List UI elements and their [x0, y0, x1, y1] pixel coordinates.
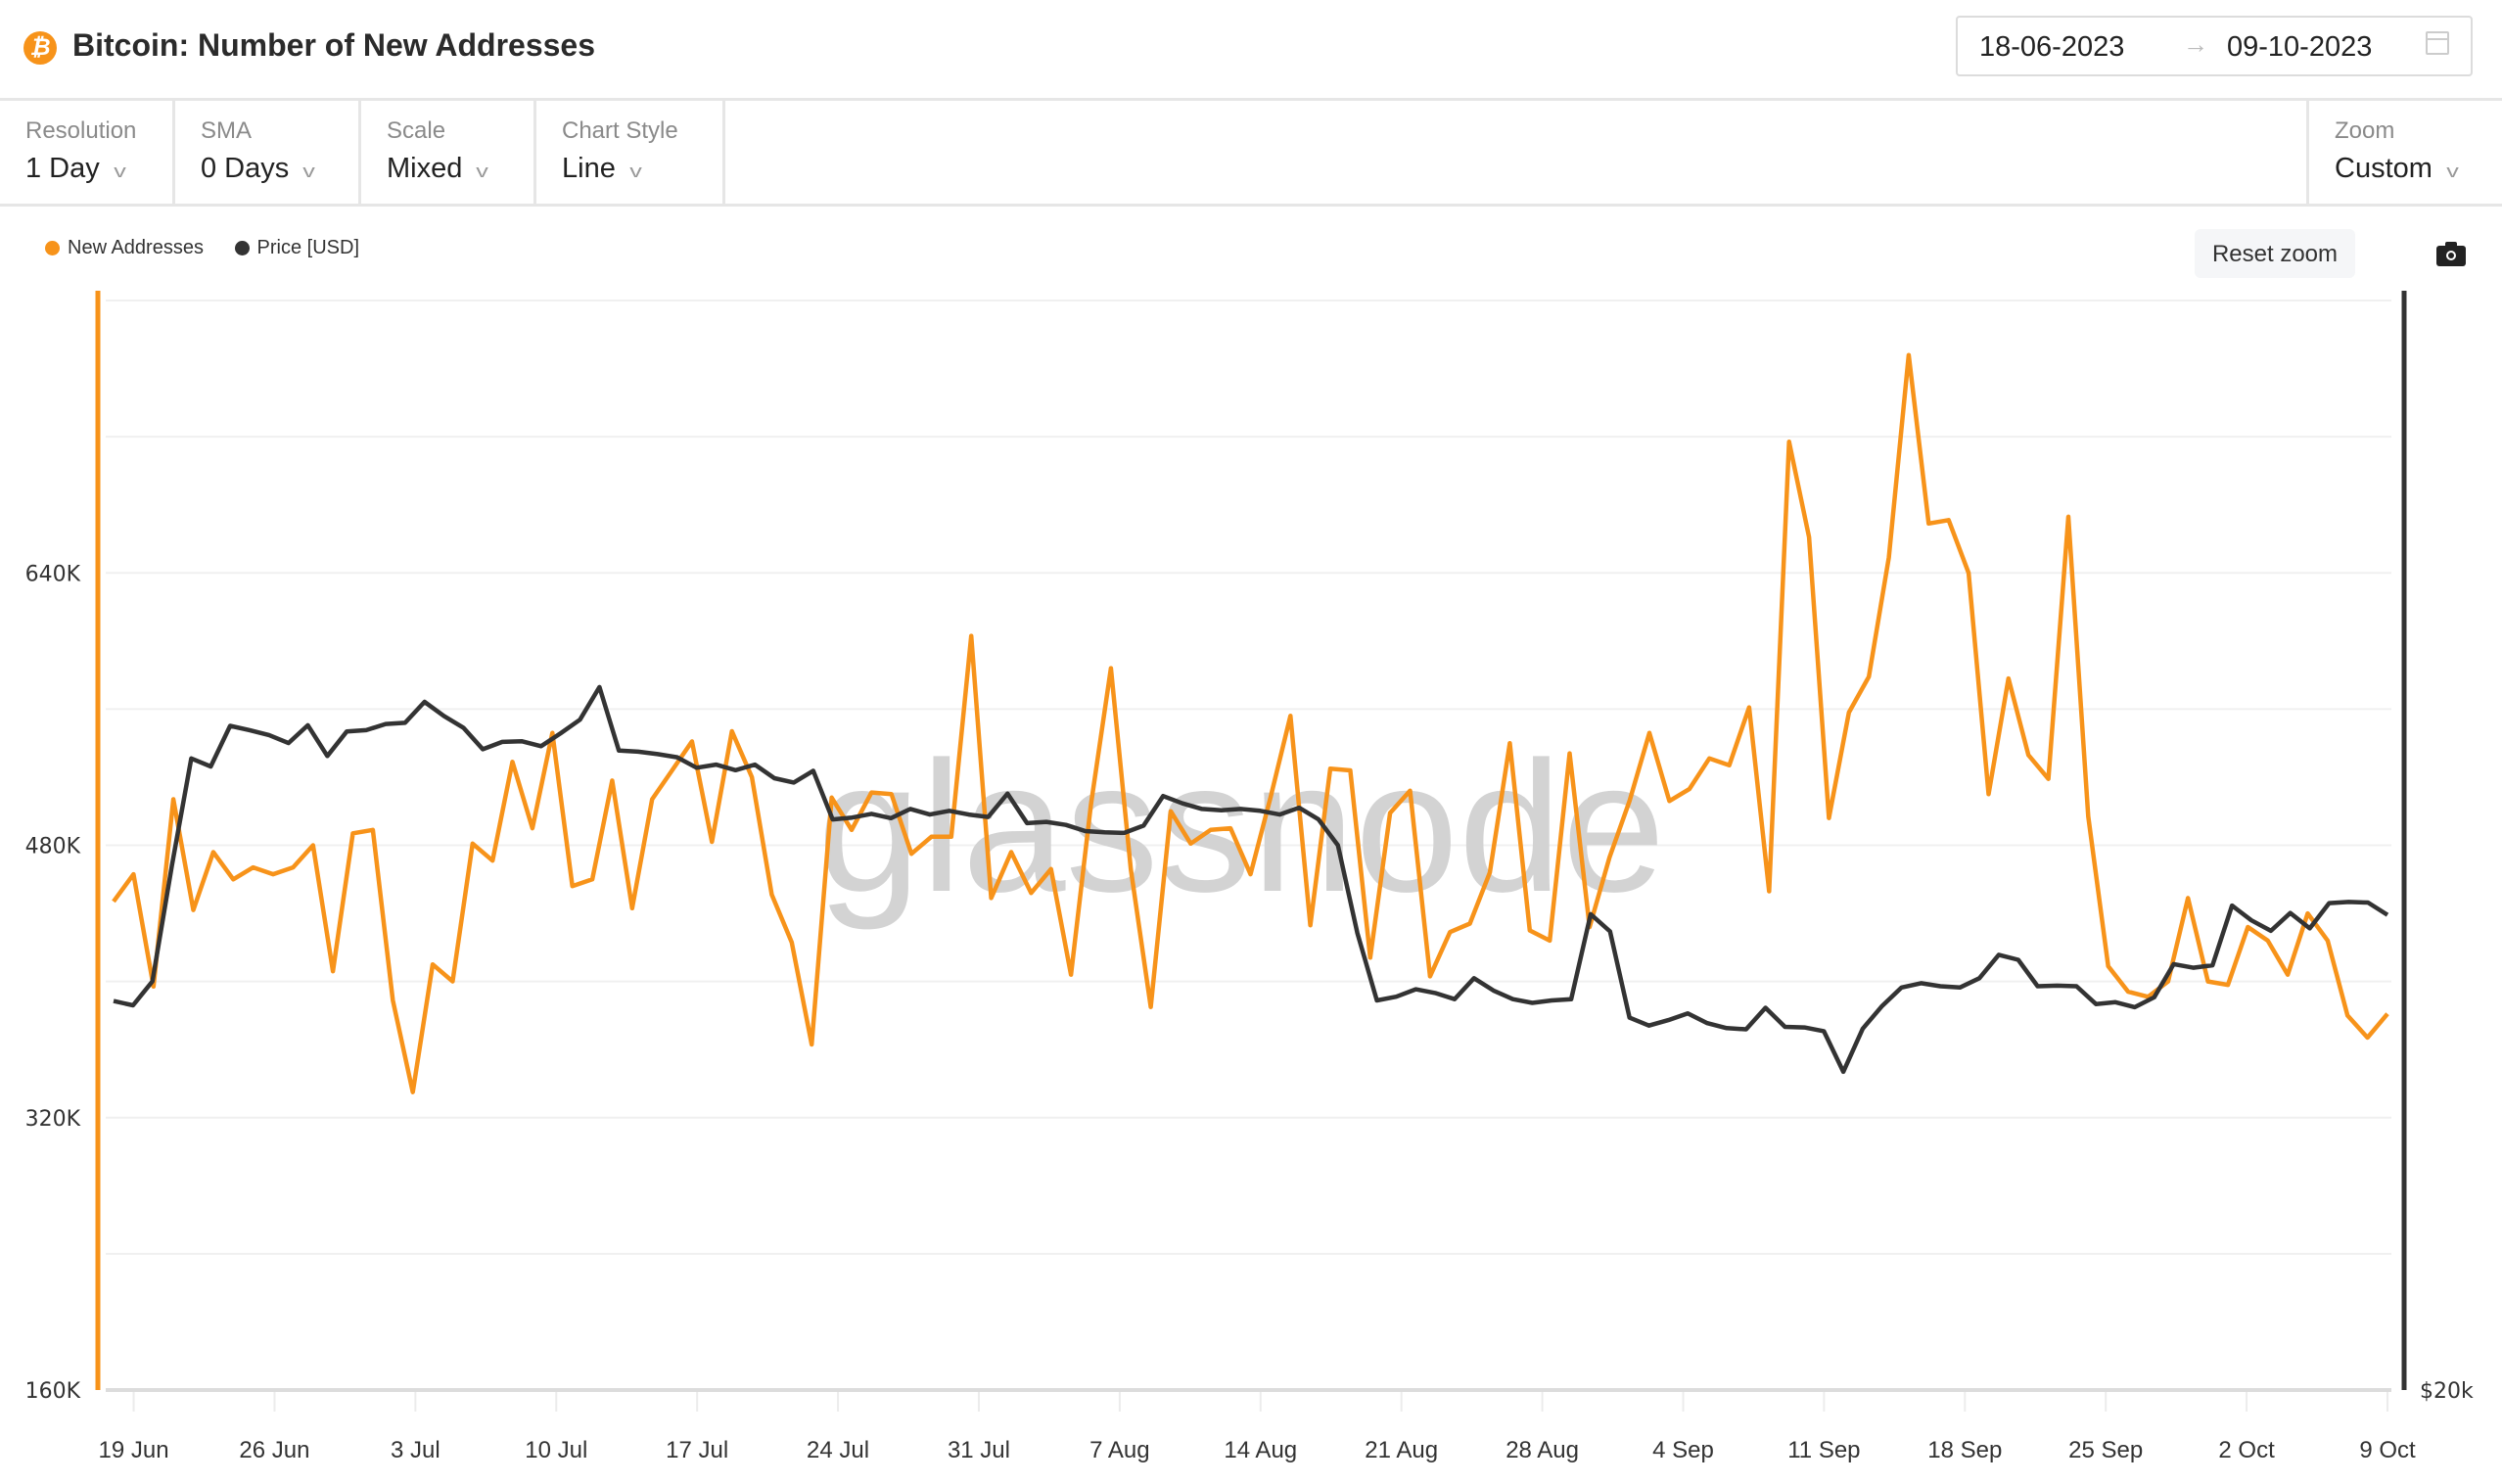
legend-dot-new-addresses [45, 241, 60, 255]
resolution-value[interactable]: 1 Day v [25, 153, 126, 185]
page-title: Bitcoin: Number of New Addresses [72, 27, 596, 63]
chevron-down-icon: v [113, 162, 126, 181]
scale-dropdown[interactable]: Scale Mixed v [361, 101, 536, 204]
sma-selected: 0 Days [201, 153, 290, 184]
date-range-picker[interactable]: 18-06-2023 → 09-10-2023 [1956, 16, 2473, 76]
x-tick-label: 10 Jul [525, 1437, 587, 1463]
x-tick-label: 24 Jul [807, 1437, 869, 1463]
date-to-input[interactable]: 09-10-2023 [2227, 31, 2372, 64]
chart-style-selected: Line [562, 153, 616, 184]
legend-label-new-addresses: New Addresses [68, 237, 204, 258]
scale-selected: Mixed [387, 153, 463, 184]
x-tick-label: 2 Oct [2218, 1437, 2275, 1463]
x-tick-label: 21 Aug [1365, 1437, 1438, 1463]
sma-label: SMA [201, 117, 253, 144]
scale-label: Scale [387, 117, 446, 144]
x-tick-label: 3 Jul [391, 1437, 440, 1463]
chart-style-value[interactable]: Line v [562, 153, 642, 185]
x-tick-label: 28 Aug [1506, 1437, 1579, 1463]
x-tick-label: 18 Sep [1927, 1437, 2002, 1463]
scale-value[interactable]: Mixed v [387, 153, 489, 185]
resolution-dropdown[interactable]: Resolution 1 Day v [0, 101, 175, 204]
legend-item-new-addresses[interactable]: New Addresses [45, 237, 204, 259]
legend-label-price: Price [USD] [256, 237, 359, 258]
x-tick-label: 4 Sep [1652, 1437, 1714, 1463]
x-tick-label: 14 Aug [1224, 1437, 1297, 1463]
chart-style-dropdown[interactable]: Chart Style Line v [536, 101, 725, 204]
chart-area[interactable]: glassnode 19 Jun 26 Jun 3 Jul 10 Jul 17 Jul 2… [0, 284, 2502, 1484]
y-axis-right: $20k [2420, 1379, 2474, 1404]
y-tick-label: 480K [25, 835, 81, 859]
bitcoin-icon: ₿ [23, 31, 57, 65]
y-right-tick-label: $20k [2420, 1379, 2474, 1404]
sma-value[interactable]: 0 Days v [201, 153, 316, 185]
legend-item-price[interactable]: Price [USD] [234, 237, 359, 259]
chart-style-label: Chart Style [562, 117, 678, 144]
x-tick-label: 9 Oct [2359, 1437, 2416, 1463]
chevron-down-icon: v [476, 162, 489, 181]
legend-dot-price [234, 241, 250, 255]
date-from-input[interactable]: 18-06-2023 [1979, 31, 2124, 64]
zoom-selected: Custom [2335, 153, 2432, 184]
reset-zoom-button[interactable]: Reset zoom [2195, 229, 2355, 278]
x-tick-label: 19 Jun [99, 1437, 169, 1463]
calendar-icon[interactable] [2426, 31, 2449, 55]
watermark: glassnode [817, 723, 1665, 931]
zoom-value[interactable]: Custom v [2335, 153, 2459, 185]
x-axis: 19 Jun 26 Jun 3 Jul 10 Jul 17 Jul 24 Jul 31 Ju… [99, 1392, 2416, 1463]
zoom-label: Zoom [2335, 117, 2395, 144]
chevron-down-icon: v [302, 162, 316, 181]
sma-dropdown[interactable]: SMA 0 Days v [175, 101, 361, 204]
x-tick-label: 31 Jul [948, 1437, 1010, 1463]
arrow-right-icon: → [2183, 29, 2208, 59]
chevron-down-icon: v [2446, 162, 2459, 181]
zoom-dropdown[interactable]: Zoom Custom v [2306, 101, 2502, 204]
camera-icon[interactable] [2436, 241, 2466, 266]
x-tick-label: 25 Sep [2068, 1437, 2143, 1463]
y-tick-label: 640K [25, 562, 81, 586]
x-tick-label: 7 Aug [1089, 1437, 1149, 1463]
resolution-label: Resolution [25, 117, 137, 144]
chevron-down-icon: v [629, 162, 642, 181]
x-tick-label: 11 Sep [1787, 1437, 1860, 1463]
x-tick-label: 26 Jun [239, 1437, 309, 1463]
x-tick-label: 17 Jul [666, 1437, 728, 1463]
chart-toolbar: Resolution 1 Day v SMA 0 Days v Scale Mixe… [0, 101, 2502, 207]
y-tick-label: 320K [25, 1107, 81, 1132]
resolution-selected: 1 Day [25, 153, 100, 184]
chart-header: ₿ Bitcoin: Number of New Addresses 18-06… [0, 0, 2502, 101]
y-axis-left: 160K 320K 480K 640K [25, 562, 81, 1404]
y-tick-label: 160K [25, 1379, 81, 1404]
chart-legend: New Addresses Price [USD] [45, 237, 385, 261]
